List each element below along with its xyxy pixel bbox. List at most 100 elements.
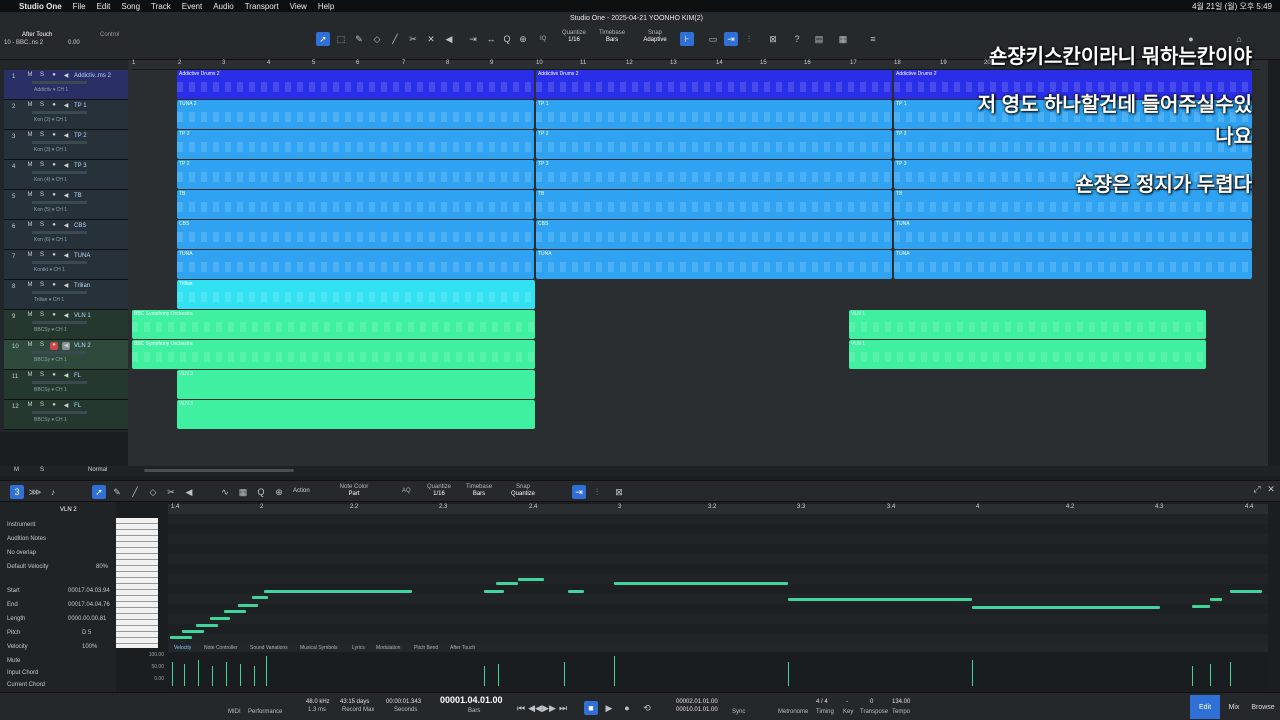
footer-mode[interactable]: Normal [88, 467, 107, 473]
editor-grid-icon[interactable]: ▦ [236, 485, 250, 499]
tempo-value[interactable]: 134.00 [892, 699, 910, 706]
midi-note[interactable] [788, 598, 972, 601]
clip-cbs[interactable]: CBS [177, 220, 534, 249]
menu-audio[interactable]: Audio [213, 2, 233, 11]
clip-drums[interactable]: Addictive Drums 2 [177, 70, 534, 99]
midi-note[interactable] [484, 590, 504, 593]
forward-icon[interactable]: ▶▶ [542, 701, 556, 715]
snap-control[interactable]: Snap Adaptive [638, 30, 672, 44]
snap-toggle-icon[interactable]: ⊦ [680, 32, 694, 46]
editor-timebase-control[interactable]: Timebase Bars [464, 484, 494, 498]
mute-tool-icon[interactable]: ✕ [424, 32, 438, 46]
seconds-display[interactable]: 00:00:01.343 [386, 699, 421, 706]
end-icon[interactable]: ⏭ [556, 701, 570, 715]
tab-sound-variations[interactable]: Sound Variations [250, 645, 288, 651]
clip-vln3[interactable]: VLN 3 [177, 370, 535, 399]
tab-velocity[interactable]: Velocity [174, 645, 191, 651]
velocity-bar[interactable] [226, 662, 227, 686]
velocity-bar[interactable] [614, 656, 615, 686]
midi-note[interactable] [252, 596, 268, 599]
menu-file[interactable]: File [73, 2, 86, 11]
velocity-bar[interactable] [172, 662, 173, 686]
menu-view[interactable]: View [290, 2, 307, 11]
app-menu[interactable]: Studio One [19, 2, 62, 11]
editor-view-icon[interactable]: ⋙ [28, 485, 42, 499]
piano-keyboard[interactable] [116, 518, 158, 648]
return-to-zero-icon[interactable]: ⏮ [514, 701, 528, 715]
midi-note[interactable] [238, 604, 258, 607]
tab-modulation[interactable]: Modulation [376, 645, 400, 651]
midi-note[interactable] [196, 624, 218, 627]
velocity-bar[interactable] [1192, 666, 1193, 686]
control-label[interactable]: Control [100, 32, 119, 38]
menu-track[interactable]: Track [151, 2, 171, 11]
transpose-value[interactable]: 0 [870, 699, 873, 706]
piano-roll-grid[interactable] [168, 514, 1268, 644]
velocity-bar[interactable] [564, 662, 565, 686]
editor-transform-icon[interactable]: ⊕ [272, 485, 286, 499]
velocity-bar[interactable] [266, 656, 267, 686]
velocity-bar[interactable] [198, 660, 199, 686]
maximize-icon[interactable]: ⤢ [1250, 482, 1264, 496]
editor-arrow-icon[interactable]: ➚ [92, 485, 106, 499]
clip-tb[interactable]: TB [536, 190, 892, 219]
editor-options-icon[interactable]: ⫶ [590, 485, 604, 499]
mixer-icon[interactable]: ⫶ [742, 32, 756, 46]
note-color-control[interactable]: Note Color Part [338, 484, 370, 498]
clip-tuna[interactable]: TUNA [894, 220, 1252, 249]
clip-drums[interactable]: Addictive Drums 2 [536, 70, 892, 99]
horizontal-scrollbar[interactable] [144, 469, 294, 472]
tab-note-controller[interactable]: Note Controller [204, 645, 238, 651]
split-tool-icon[interactable]: ✂ [406, 32, 420, 46]
metronome-label[interactable]: Metronome [778, 709, 808, 716]
clip-tuna2[interactable]: TUNA 2 [177, 100, 534, 129]
midi-note[interactable] [1230, 590, 1262, 593]
grid-icon[interactable]: ▭ [706, 32, 720, 46]
grid-menu-icon[interactable]: ▦ [836, 32, 850, 46]
clip-tuna[interactable]: TUNA [894, 250, 1252, 279]
velocity-bar[interactable] [788, 662, 789, 686]
clip-trilian[interactable]: Trilian [177, 280, 535, 309]
transform-tool-icon[interactable]: ⊕ [516, 32, 530, 46]
stop-icon[interactable]: ■ [584, 701, 598, 715]
action-menu[interactable]: Action [293, 488, 310, 494]
window-icon[interactable]: ▤ [812, 32, 826, 46]
footer-solo[interactable]: S [40, 467, 44, 473]
clip-tp2[interactable]: TP 2 [177, 130, 534, 159]
editor-fit-icon[interactable]: ⊠ [612, 485, 626, 499]
editor-tab-icon[interactable]: 3 [10, 485, 24, 499]
tab-musical-symbols[interactable]: Musical Symbols [300, 645, 338, 651]
midi-note[interactable] [972, 606, 1160, 609]
edit-button[interactable]: Edit [1190, 695, 1220, 719]
velocity-bar[interactable] [972, 660, 973, 686]
velocity-bar[interactable] [184, 664, 185, 686]
bars-display[interactable]: 00001.04.01.00 [440, 696, 503, 705]
clip-tp1[interactable]: TP 1 [536, 100, 892, 129]
editor-scissors-icon[interactable]: ✂ [164, 485, 178, 499]
end-value[interactable]: 00017.04.04.76 [68, 602, 110, 608]
rewind-icon[interactable]: ◀◀ [528, 701, 542, 715]
start-value[interactable]: 00017.04.03.94 [68, 588, 110, 594]
menu-song[interactable]: Song [121, 2, 140, 11]
clip-tp3[interactable]: TP 3 [536, 160, 892, 189]
editor-line-icon[interactable]: ∿ [218, 485, 232, 499]
clip-tuna[interactable]: TUNA [177, 250, 534, 279]
pencil-tool-icon[interactable]: ✎ [352, 32, 366, 46]
zoom-tool-icon[interactable]: Q [500, 32, 514, 46]
timing-value[interactable]: 4 / 4 [816, 699, 828, 706]
clip-cbs[interactable]: CBS [536, 220, 892, 249]
midi-note[interactable] [182, 630, 204, 633]
arrow-tool-icon[interactable]: ➚ [316, 32, 330, 46]
eraser-tool-icon[interactable]: ◇ [370, 32, 384, 46]
menu-transport[interactable]: Transport [245, 2, 279, 11]
key-value[interactable]: - [846, 699, 848, 706]
pitch-value[interactable]: D 5 [82, 630, 91, 636]
velocity-value[interactable]: 100% [82, 644, 97, 650]
iq-button[interactable]: IQ [540, 36, 546, 43]
editor-follow-icon[interactable]: ⇥ [572, 485, 586, 499]
track-select-label[interactable]: 10 - BBC..ns 2 [4, 40, 43, 46]
menu-event[interactable]: Event [182, 2, 202, 11]
velocity-bar[interactable] [1210, 664, 1211, 686]
tab-pitch-bend[interactable]: Pitch Bend [414, 645, 438, 651]
editor-track-name[interactable]: VLN 2 [60, 507, 77, 513]
